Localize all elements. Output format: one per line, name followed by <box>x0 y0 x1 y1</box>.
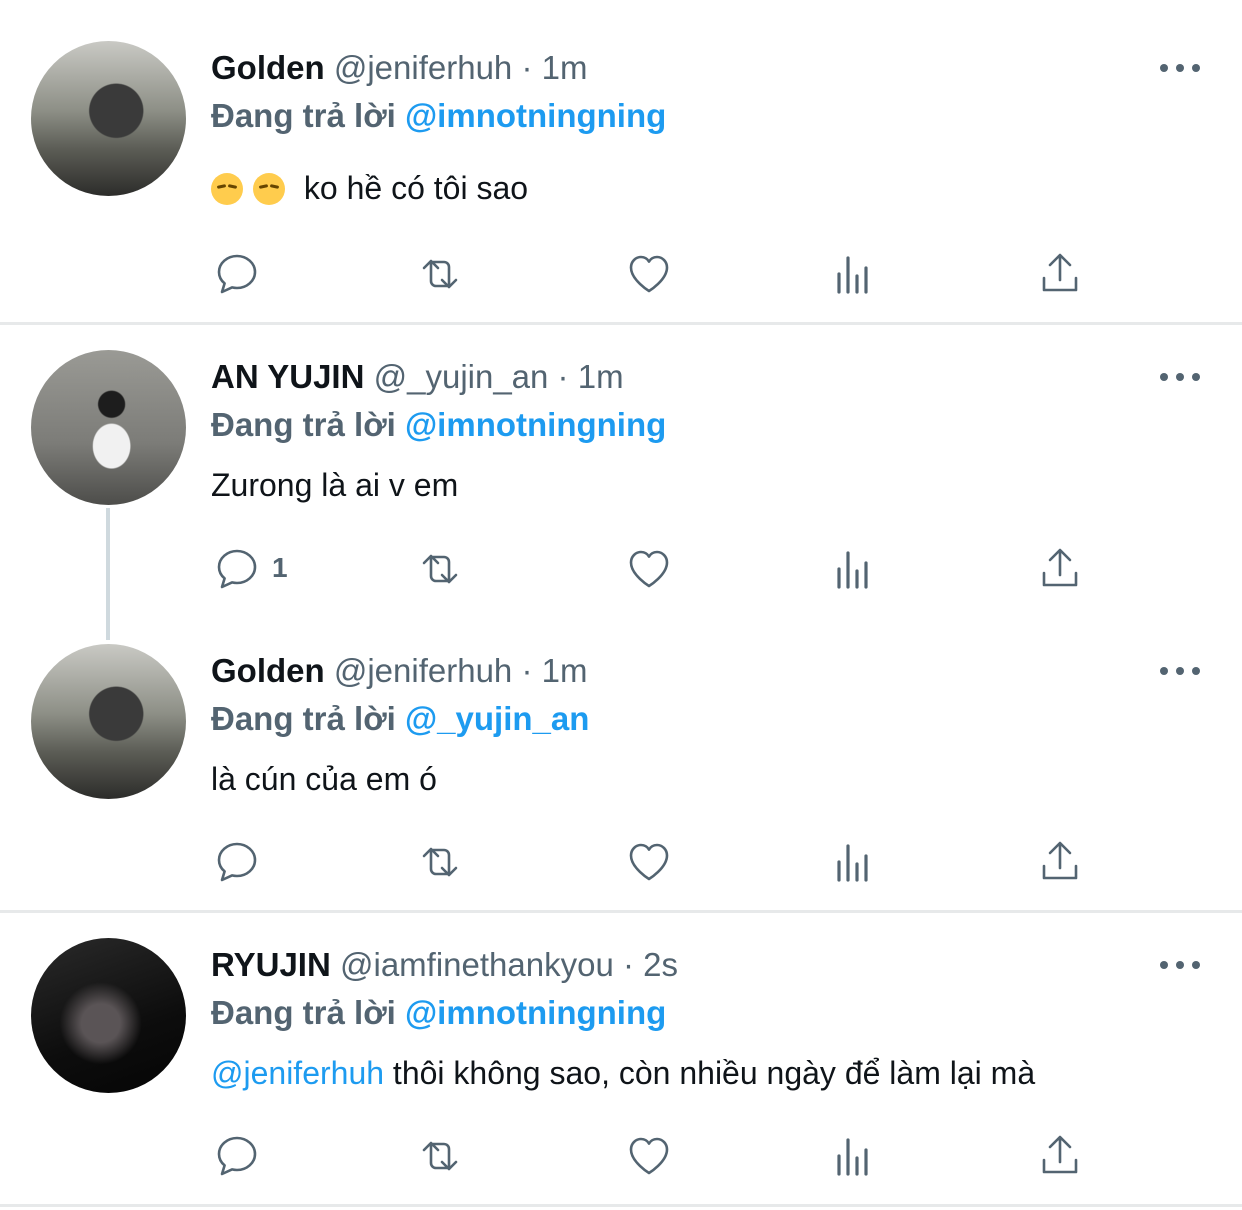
timestamp[interactable]: 1m <box>542 652 588 689</box>
replying-to: Đang trả lời @_yujin_an <box>211 699 589 739</box>
reply-to-mention[interactable]: @imnotningning <box>405 406 666 443</box>
views-icon[interactable] <box>831 1131 883 1181</box>
tweet-text: ko hề có tôi sao <box>211 168 528 208</box>
timestamp[interactable]: 1m <box>542 49 588 86</box>
pensive-face-emoji <box>211 173 243 205</box>
views-icon[interactable] <box>831 249 883 299</box>
views-icon[interactable] <box>831 544 883 594</box>
reply-icon[interactable] <box>213 249 265 299</box>
action-bar <box>0 1131 1242 1181</box>
like-icon[interactable] <box>625 544 677 594</box>
like-icon[interactable] <box>625 249 677 299</box>
retweet-icon[interactable] <box>416 249 468 299</box>
tweet-text-content: Zurong là ai v em <box>211 467 459 503</box>
separator: · <box>548 358 578 395</box>
reply-icon[interactable] <box>213 837 265 887</box>
reply-count: 1 <box>272 552 288 583</box>
avatar[interactable] <box>31 41 186 196</box>
avatar[interactable] <box>31 938 186 1093</box>
reply-to-mention[interactable]: @_yujin_an <box>405 700 589 737</box>
like-icon[interactable] <box>625 1131 677 1181</box>
tweet-header: RYUJIN @iamfinethankyou · 2s <box>211 945 678 985</box>
reply-icon[interactable] <box>213 544 265 594</box>
avatar[interactable] <box>31 644 186 799</box>
timestamp[interactable]: 1m <box>578 358 624 395</box>
divider <box>0 322 1242 325</box>
reply-icon[interactable] <box>213 1131 265 1181</box>
share-icon[interactable] <box>1036 837 1088 887</box>
more-icon[interactable] <box>1160 367 1200 387</box>
reply-to-mention[interactable]: @imnotningning <box>405 97 666 134</box>
replying-to: Đang trả lời @imnotningning <box>211 993 666 1033</box>
handle[interactable]: @jeniferhuh <box>334 49 512 86</box>
replying-to-label: Đang trả lời <box>211 406 405 443</box>
action-bar: 1 <box>0 544 1242 594</box>
separator: · <box>613 946 644 983</box>
like-icon[interactable] <box>625 837 677 887</box>
handle[interactable]: @jeniferhuh <box>334 652 512 689</box>
display-name[interactable]: Golden <box>211 49 325 86</box>
tweet-text: là cún của em ó <box>211 759 437 799</box>
tweet-header: Golden @jeniferhuh · 1m <box>211 651 587 691</box>
reply-to-mention[interactable]: @imnotningning <box>405 994 666 1031</box>
more-icon[interactable] <box>1160 955 1200 975</box>
tweet-text-content: là cún của em ó <box>211 761 437 797</box>
replying-to: Đang trả lời @imnotningning <box>211 96 666 136</box>
pensive-face-emoji <box>253 173 285 205</box>
replying-to-label: Đang trả lời <box>211 994 405 1031</box>
retweet-icon[interactable] <box>416 1131 468 1181</box>
more-icon[interactable] <box>1160 661 1200 681</box>
action-bar <box>0 837 1242 887</box>
display-name[interactable]: RYUJIN <box>211 946 331 983</box>
views-icon[interactable] <box>831 837 883 887</box>
share-icon[interactable] <box>1036 1131 1088 1181</box>
share-icon[interactable] <box>1036 544 1088 594</box>
action-bar <box>0 249 1242 299</box>
divider <box>0 1204 1242 1207</box>
tweet-text-content: thôi không sao, còn nhiều ngày để làm lạ… <box>384 1055 1036 1091</box>
retweet-icon[interactable] <box>416 544 468 594</box>
tweet-header: Golden @jeniferhuh · 1m <box>211 48 587 88</box>
separator: · <box>512 49 542 86</box>
tweet-text: Zurong là ai v em <box>211 465 458 505</box>
replying-to-label: Đang trả lời <box>211 97 405 134</box>
handle[interactable]: @_yujin_an <box>374 358 549 395</box>
tweet-text: @jeniferhuh thôi không sao, còn nhiều ng… <box>211 1053 1035 1093</box>
replying-to-label: Đang trả lời <box>211 700 405 737</box>
display-name[interactable]: Golden <box>211 652 325 689</box>
timestamp[interactable]: 2s <box>643 946 678 983</box>
replying-to: Đang trả lời @imnotningning <box>211 405 666 445</box>
separator: · <box>512 652 542 689</box>
retweet-icon[interactable] <box>416 837 468 887</box>
more-icon[interactable] <box>1160 58 1200 78</box>
share-icon[interactable] <box>1036 249 1088 299</box>
avatar[interactable] <box>31 350 186 505</box>
text-mention[interactable]: @jeniferhuh <box>211 1055 384 1091</box>
tweet-text-content: ko hề có tôi sao <box>303 170 529 206</box>
handle[interactable]: @iamfinethankyou <box>340 946 614 983</box>
display-name[interactable]: AN YUJIN <box>211 358 364 395</box>
divider <box>0 910 1242 913</box>
tweet-header: AN YUJIN @_yujin_an · 1m <box>211 357 624 397</box>
